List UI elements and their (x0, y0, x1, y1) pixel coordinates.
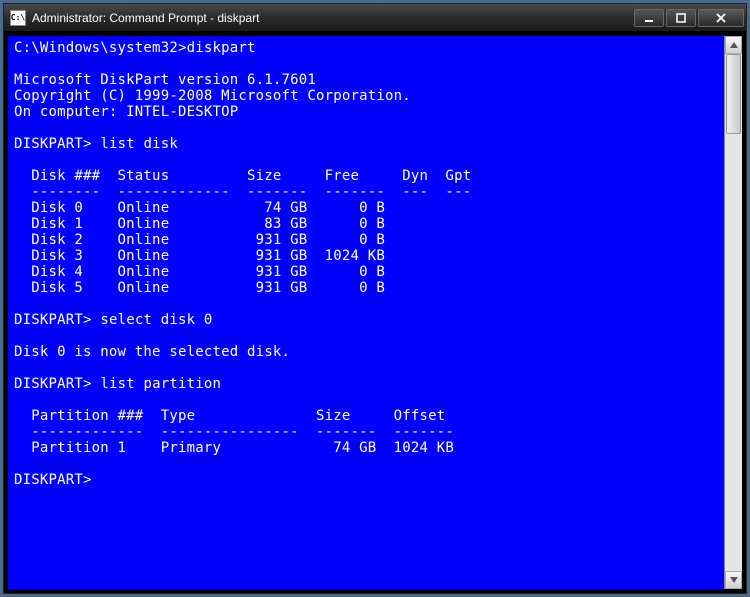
partition-table-header: Partition ### Type Size Offset (14, 408, 445, 424)
client-area: C:\Windows\system32>diskpart Microsoft D… (4, 32, 746, 593)
disk-table-header: Disk ### Status Size Free Dyn Gpt (14, 168, 471, 184)
disk-row: Disk 4 Online 931 GB 0 B (14, 264, 385, 280)
partition-table-divider: ------------- ---------------- ------- -… (14, 424, 454, 440)
diskpart-prompt: DISKPART> (14, 312, 92, 328)
maximize-button[interactable] (666, 9, 696, 27)
disk-row: Disk 2 Online 931 GB 0 B (14, 232, 385, 248)
vertical-scrollbar[interactable] (724, 36, 742, 589)
disk-table-divider: -------- ------------- ------- ------- -… (14, 184, 471, 200)
cmd-select-disk: select disk 0 (100, 312, 212, 328)
cmd-app-icon: C:\ (10, 10, 26, 26)
initial-prompt: C:\Windows\system32> (14, 40, 187, 56)
header-line: Microsoft DiskPart version 6.1.7601 (14, 72, 316, 88)
minimize-button[interactable] (634, 9, 664, 27)
header-line: Copyright (C) 1999-2008 Microsoft Corpor… (14, 88, 411, 104)
titlebar[interactable]: C:\ Administrator: Command Prompt - disk… (4, 4, 746, 32)
header-line: On computer: INTEL-DESKTOP (14, 104, 238, 120)
diskpart-prompt: DISKPART> (14, 376, 92, 392)
disk-row: Disk 3 Online 931 GB 1024 KB (14, 248, 385, 264)
window-buttons (634, 9, 744, 27)
disk-row: Disk 5 Online 931 GB 0 B (14, 280, 385, 296)
disk-row: Disk 1 Online 83 GB 0 B (14, 216, 385, 232)
terminal-output[interactable]: C:\Windows\system32>diskpart Microsoft D… (8, 36, 724, 589)
window-title: Administrator: Command Prompt - diskpart (32, 11, 634, 25)
msg-disk-selected: Disk 0 is now the selected disk. (14, 344, 290, 360)
scroll-up-button[interactable] (725, 36, 742, 54)
disk-row: Disk 0 Online 74 GB 0 B (14, 200, 385, 216)
partition-row: Partition 1 Primary 74 GB 1024 KB (14, 440, 454, 456)
cmd-list-disk: list disk (100, 136, 178, 152)
scroll-down-button[interactable] (725, 571, 742, 589)
cmd-list-partition: list partition (100, 376, 221, 392)
close-button[interactable] (698, 9, 744, 27)
cmd-diskpart: diskpart (187, 40, 256, 56)
diskpart-prompt: DISKPART> (14, 136, 92, 152)
diskpart-prompt: DISKPART> (14, 472, 92, 488)
command-prompt-window: C:\ Administrator: Command Prompt - disk… (3, 3, 747, 594)
scroll-track[interactable] (725, 54, 742, 571)
scroll-thumb[interactable] (726, 54, 741, 134)
